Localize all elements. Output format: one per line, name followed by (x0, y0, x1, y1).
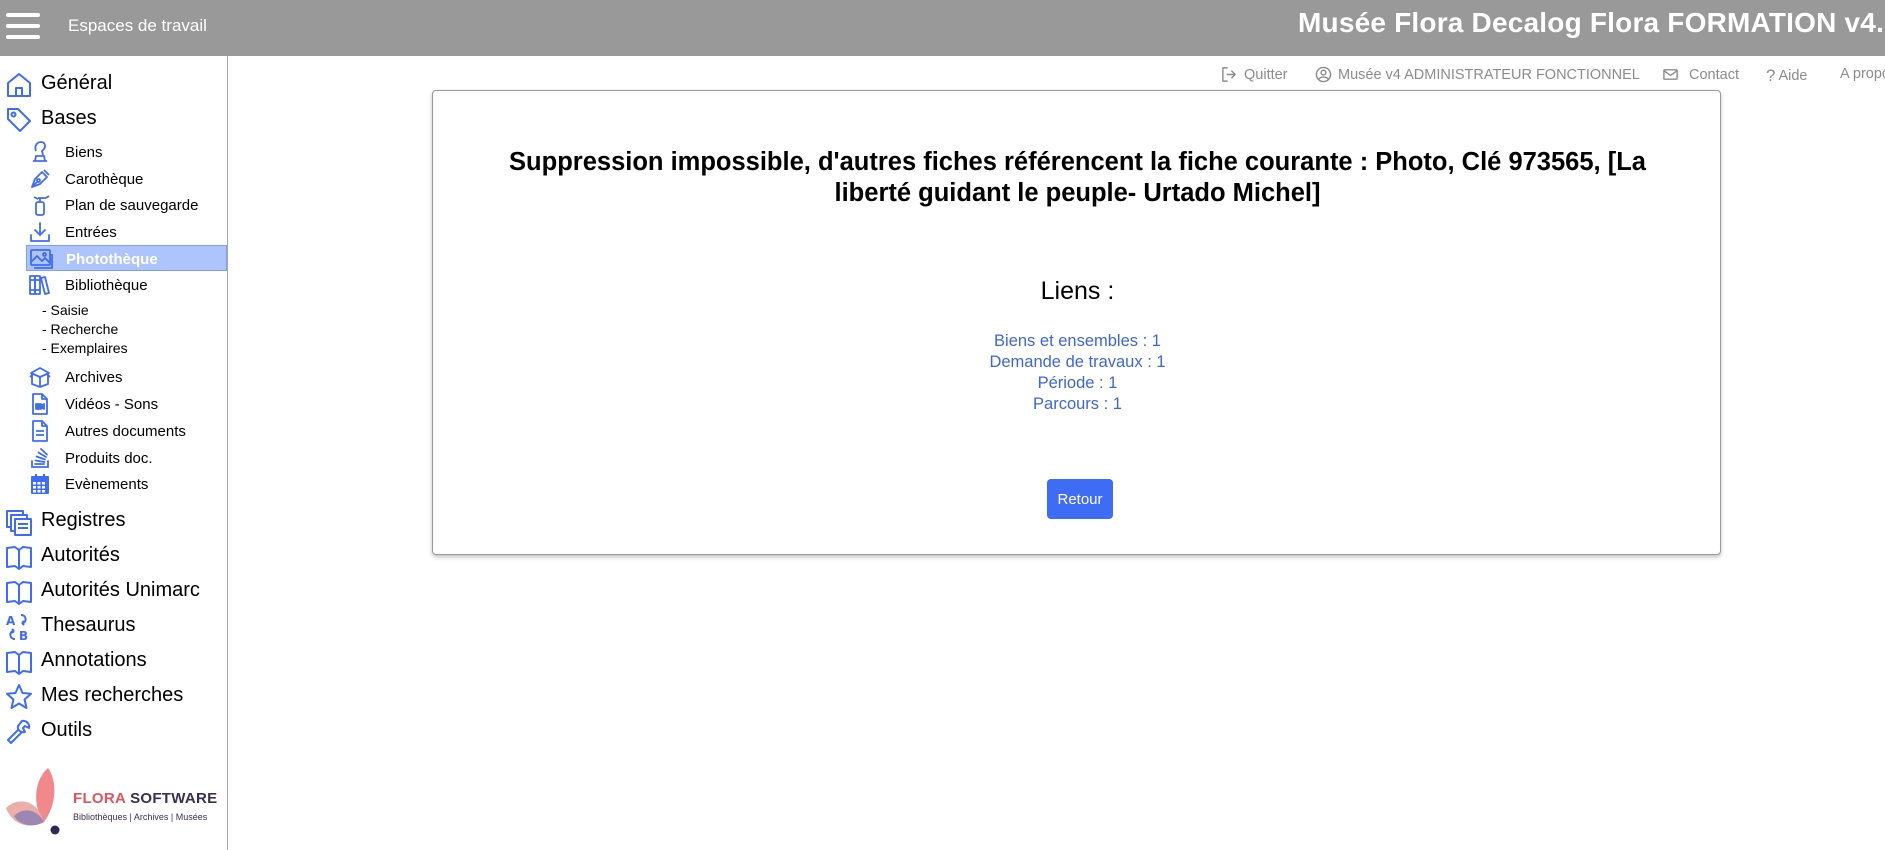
app-title: Musée Flora Decalog Flora FORMATION v4.5 (1298, 7, 1885, 38)
sidebar-item-archives[interactable]: Archives (26, 364, 227, 390)
sidebar-item-biens[interactable]: Biens (26, 139, 227, 165)
sidebar-item-bases[interactable]: Bases (0, 101, 228, 135)
open-book-icon (6, 651, 32, 675)
sidebar-item-carotheque[interactable]: Carothèque (26, 166, 227, 192)
logo-tagline: Bibliothèques | Archives | Musées (73, 812, 208, 822)
lien-periode[interactable]: Période : 1 (433, 373, 1722, 394)
sidebar-item-thesaurus[interactable]: A B Thesaurus (0, 608, 228, 642)
logout-icon (1222, 67, 1236, 82)
about-link[interactable]: A propos (1840, 66, 1885, 82)
dialog-title: Suppression impossible, d'autres fiches … (509, 148, 1646, 207)
flora-logo-icon (6, 768, 60, 835)
envelope-icon (1663, 69, 1678, 80)
sidebar-item-evenements[interactable]: Evènements (26, 471, 227, 497)
download-icon (30, 222, 50, 242)
open-book-icon (6, 546, 32, 570)
lien-biens-et-ensembles[interactable]: Biens et ensembles : 1 (433, 331, 1722, 352)
quit-link[interactable]: Quitter (1221, 66, 1288, 83)
logo-brand-software: SOFTWARE (125, 790, 218, 807)
lien-parcours[interactable]: Parcours : 1 (433, 394, 1722, 415)
svg-text:B: B (19, 629, 28, 641)
user-account-link[interactable]: Musée v4 ADMINISTRATEUR FONCTIONNEL (1315, 66, 1640, 83)
sidebar-item-phototheque[interactable]: Photothèque (26, 245, 227, 271)
flora-software-logo: FLORA SOFTWARE Bibliothèques | Archives … (4, 766, 224, 846)
pen-nib-icon (31, 169, 50, 188)
books-icon (29, 275, 50, 295)
sort-az-icon: A B (6, 614, 28, 641)
library-sub-saisie[interactable]: - Saisie (42, 302, 89, 318)
calendar-icon (31, 474, 49, 494)
library-sub-exemplaires[interactable]: - Exemplaires (42, 340, 128, 356)
wrench-icon (7, 719, 31, 744)
registers-icon (6, 510, 32, 536)
logo-brand-flora: FLORA (73, 790, 126, 807)
user-circle-icon (1315, 66, 1332, 83)
sidebar-item-general[interactable]: Général (0, 66, 228, 100)
bust-icon (33, 141, 47, 162)
document-icon (32, 420, 48, 442)
sidebar-item-entrees[interactable]: Entrées (26, 219, 227, 245)
stack-icon (31, 448, 49, 468)
images-icon (30, 249, 53, 269)
sidebar-item-plan-de-sauvegarde[interactable]: Plan de sauvegarde (26, 192, 227, 218)
contact-link[interactable]: Contact (1662, 66, 1739, 83)
home-icon (7, 73, 31, 97)
liens-list: Biens et ensembles : 1 Demande de travau… (433, 331, 1722, 415)
lien-demande-de-travaux[interactable]: Demande de travaux : 1 (433, 352, 1722, 373)
sidebar-item-autres-documents[interactable]: Autres documents (26, 418, 227, 444)
top-bar: Espaces de travail Musée Flora Decalog F… (0, 0, 1885, 56)
tag-icon (7, 108, 31, 132)
sidebar-item-videos-sons[interactable]: Vidéos - Sons (26, 391, 227, 417)
sidebar: Général Bases Biens Carothèque Plan de s… (0, 56, 228, 850)
sidebar-item-registres[interactable]: Registres (0, 503, 228, 537)
sidebar-item-bibliotheque[interactable]: Bibliothèque (26, 272, 227, 298)
error-dialog: Suppression impossible, d'autres fiches … (432, 90, 1721, 555)
sidebar-item-produits-doc[interactable]: Produits doc. (26, 445, 227, 471)
video-file-icon (32, 393, 48, 415)
sidebar-item-mes-recherches[interactable]: Mes recherches (0, 678, 228, 712)
archive-box-icon (29, 367, 51, 388)
sidebar-item-autorites[interactable]: Autorités (0, 538, 228, 572)
library-sub-recherche[interactable]: - Recherche (42, 321, 118, 337)
retour-button[interactable]: Retour (1047, 479, 1113, 519)
sidebar-item-annotations[interactable]: Annotations (0, 643, 228, 677)
open-book-icon (6, 581, 32, 605)
svg-text:A: A (6, 614, 16, 628)
fire-extinguisher-icon (33, 195, 50, 216)
star-icon (6, 684, 32, 709)
help-link[interactable]: ? Aide (1766, 66, 1808, 86)
liens-heading: Liens : (1040, 277, 1115, 305)
question-mark-icon: ? (1766, 66, 1776, 85)
sidebar-item-autorites-unimarc[interactable]: Autorités Unimarc (0, 573, 228, 607)
sidebar-item-outils[interactable]: Outils (0, 713, 228, 747)
